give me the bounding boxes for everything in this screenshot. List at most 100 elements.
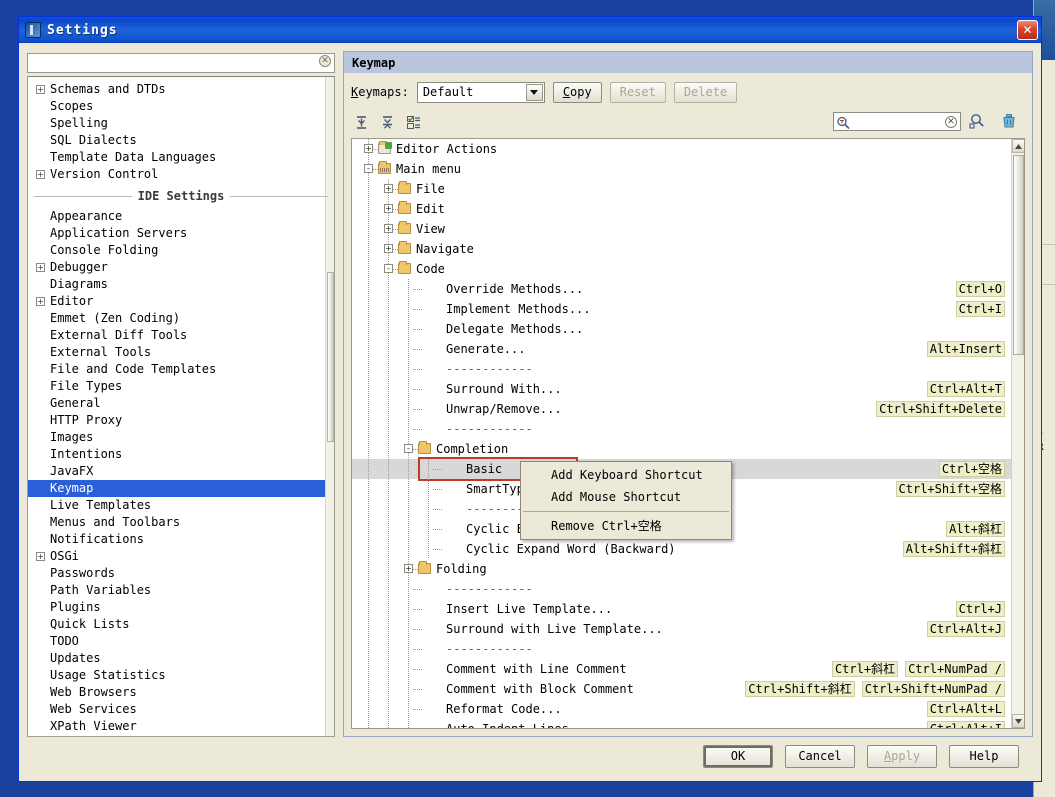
keymap-row[interactable]: + File [352, 179, 1011, 199]
collapse-icon[interactable]: - [364, 164, 373, 173]
keymap-row[interactable]: - Completion [352, 439, 1011, 459]
keymap-row[interactable]: + Edit [352, 199, 1011, 219]
sidebar-item-diagrams[interactable]: Diagrams [28, 276, 334, 293]
context-menu-item[interactable]: Add Mouse Shortcut [521, 486, 731, 508]
sidebar-item-emmet-zen-coding[interactable]: Emmet (Zen Coding) [28, 310, 334, 327]
expand-icon[interactable]: + [384, 184, 393, 193]
keymap-row[interactable]: Auto-Indent Lines Ctrl+Alt+I [352, 719, 1011, 728]
sidebar-item-menus-and-toolbars[interactable]: Menus and Toolbars [28, 514, 334, 531]
expand-icon[interactable]: + [364, 144, 373, 153]
keymap-row[interactable]: ------------ [352, 579, 1011, 599]
keymap-row[interactable]: Override Methods... Ctrl+O [352, 279, 1011, 299]
keymap-row[interactable]: Cyclic Expand Word (Backward) Alt+Shift+斜… [352, 539, 1011, 559]
keymap-row[interactable]: + Editor Actions [352, 139, 1011, 159]
keymap-row[interactable]: + Folding [352, 559, 1011, 579]
reset-filter-icon[interactable] [999, 111, 1019, 131]
keymap-row[interactable]: + View [352, 219, 1011, 239]
close-icon[interactable]: ✕ [1017, 20, 1038, 40]
keymaps-select[interactable]: Default [416, 81, 545, 103]
sidebar-item-updates[interactable]: Updates [28, 650, 334, 667]
sidebar-item-file-and-code-templates[interactable]: File and Code Templates [28, 361, 334, 378]
expand-icon[interactable]: + [36, 297, 45, 306]
sidebar-item-application-servers[interactable]: Application Servers [28, 225, 334, 242]
expand-icon[interactable]: + [36, 552, 45, 561]
sidebar-item-editor[interactable]: + Editor [28, 293, 334, 310]
sidebar-item-live-templates[interactable]: Live Templates [28, 497, 334, 514]
keymap-row[interactable]: Delegate Methods... [352, 319, 1011, 339]
sidebar-item-usage-statistics[interactable]: Usage Statistics [28, 667, 334, 684]
expand-icon[interactable]: + [384, 244, 393, 253]
keymap-row[interactable]: Unwrap/Remove... Ctrl+Shift+Delete [352, 399, 1011, 419]
scroll-down-icon[interactable] [1012, 714, 1024, 728]
keymap-row[interactable]: ------------ [352, 419, 1011, 439]
keymap-scrollbar[interactable] [1011, 139, 1024, 728]
sidebar-item-web-services[interactable]: Web Services [28, 701, 334, 718]
shortcut-filter-box[interactable]: ✕ [833, 111, 961, 131]
keymap-row[interactable]: ------------ [352, 359, 1011, 379]
sidebar-item-external-tools[interactable]: External Tools [28, 344, 334, 361]
expand-icon[interactable]: + [384, 204, 393, 213]
sidebar-item-todo[interactable]: TODO [28, 633, 334, 650]
help-button[interactable]: Help [949, 744, 1019, 768]
sidebar-item-passwords[interactable]: Passwords [28, 565, 334, 582]
scroll-up-icon[interactable] [1012, 139, 1024, 153]
category-scrollbar[interactable] [325, 77, 334, 736]
expand-icon[interactable]: + [36, 85, 45, 94]
sidebar-item-general[interactable]: General [28, 395, 334, 412]
keymap-row[interactable]: Reformat Code... Ctrl+Alt+L [352, 699, 1011, 719]
search-input[interactable] [27, 52, 335, 73]
collapse-icon[interactable]: - [404, 444, 413, 453]
collapse-icon[interactable]: - [384, 264, 393, 273]
expand-icon[interactable]: + [404, 564, 413, 573]
sidebar-item-xpath-viewer[interactable]: XPath Viewer [28, 718, 334, 735]
context-menu-item[interactable]: Add Keyboard Shortcut [521, 464, 731, 486]
keymap-row[interactable]: Surround with Live Template... Ctrl+Alt+J [352, 619, 1011, 639]
collapse-all-icon[interactable] [377, 112, 397, 132]
sidebar-item-quick-lists[interactable]: Quick Lists [28, 616, 334, 633]
keymap-row[interactable]: Comment with Block Comment Ctrl+Shift+斜杠 C… [352, 679, 1011, 699]
sidebar-item-template-data-languages[interactable]: Template Data Languages [28, 149, 334, 166]
clear-filter-icon[interactable]: ✕ [945, 115, 957, 128]
expand-icon[interactable]: + [36, 170, 45, 179]
keymap-row[interactable]: Generate... Alt+Insert [352, 339, 1011, 359]
dialog-titlebar[interactable]: Settings ✕ [19, 17, 1041, 43]
sidebar-item-external-diff-tools[interactable]: External Diff Tools [28, 327, 334, 344]
sidebar-item-sql-dialects[interactable]: SQL Dialects [28, 132, 334, 149]
expand-icon[interactable]: + [384, 224, 393, 233]
cancel-button[interactable]: Cancel [785, 744, 855, 768]
expand-icon[interactable]: + [36, 263, 45, 272]
sidebar-item-console-folding[interactable]: Console Folding [28, 242, 334, 259]
sidebar-item-javafx[interactable]: JavaFX [28, 463, 334, 480]
keymap-scrollbar-thumb[interactable] [1013, 155, 1024, 355]
sidebar-item-schemas-and-dtds[interactable]: + Schemas and DTDs [28, 81, 334, 98]
keymap-row[interactable]: Insert Live Template... Ctrl+J [352, 599, 1011, 619]
sidebar-item-appearance[interactable]: Appearance [28, 208, 334, 225]
expand-all-icon[interactable] [351, 112, 371, 132]
chevron-down-icon[interactable] [525, 83, 543, 101]
show-conflicts-icon[interactable] [403, 112, 423, 132]
keymap-row[interactable]: ------------ [352, 639, 1011, 659]
copy-button[interactable]: Copy [552, 81, 602, 103]
ok-button[interactable]: OK [703, 744, 773, 768]
keymap-row[interactable]: - Main menu [352, 159, 1011, 179]
keymap-row[interactable]: + Navigate [352, 239, 1011, 259]
context-menu-item[interactable]: Remove Ctrl+空格 [521, 515, 731, 537]
sidebar-item-notifications[interactable]: Notifications [28, 531, 334, 548]
sidebar-item-scopes[interactable]: Scopes [28, 98, 334, 115]
category-scrollbar-thumb[interactable] [327, 272, 334, 442]
sidebar-item-plugins[interactable]: Plugins [28, 599, 334, 616]
sidebar-item-web-browsers[interactable]: Web Browsers [28, 684, 334, 701]
sidebar-item-osgi[interactable]: + OSGi [28, 548, 334, 565]
sidebar-item-path-variables[interactable]: Path Variables [28, 582, 334, 599]
keymap-row[interactable]: Comment with Line Comment Ctrl+斜杠 Ctrl+Num… [352, 659, 1011, 679]
sidebar-item-debugger[interactable]: + Debugger [28, 259, 334, 276]
keymap-row[interactable]: Implement Methods... Ctrl+I [352, 299, 1011, 319]
sidebar-item-version-control[interactable]: + Version Control [28, 166, 334, 183]
sidebar-item-spelling[interactable]: Spelling [28, 115, 334, 132]
sidebar-item-http-proxy[interactable]: HTTP Proxy [28, 412, 334, 429]
context-menu[interactable]: Add Keyboard Shortcut Add Mouse Shortcut R… [520, 461, 732, 540]
sidebar-item-images[interactable]: Images [28, 429, 334, 446]
sidebar-item-xslt[interactable]: XSLT [28, 735, 334, 736]
keymap-row[interactable]: - Code [352, 259, 1011, 279]
keymap-row[interactable]: Surround With... Ctrl+Alt+T [352, 379, 1011, 399]
